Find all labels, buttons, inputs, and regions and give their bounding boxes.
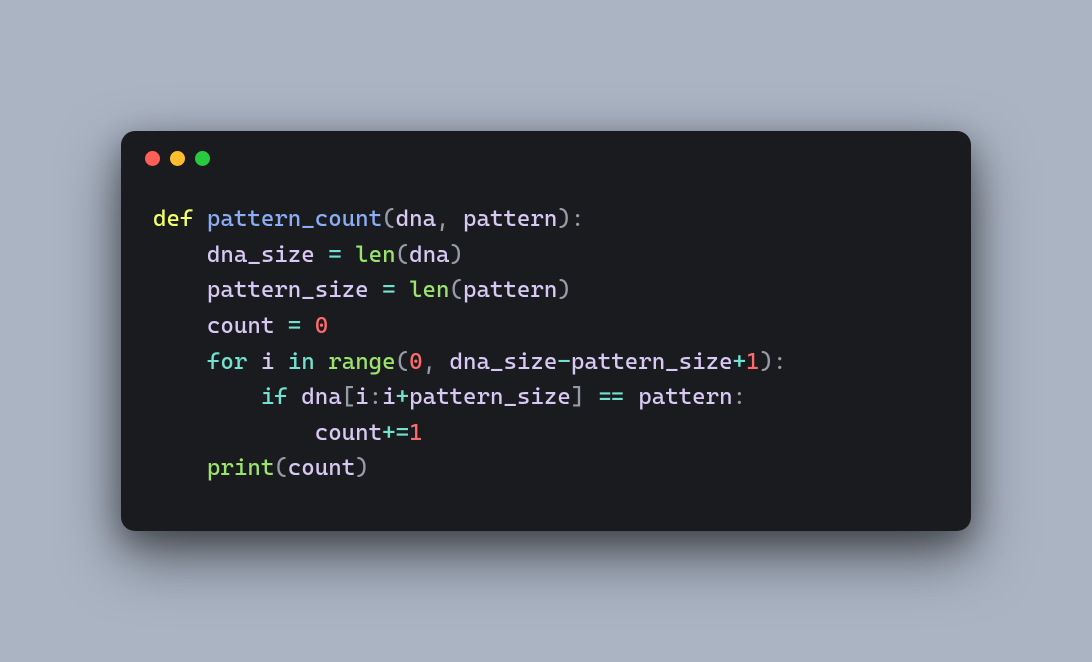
- code-token: count: [288, 455, 355, 481]
- code-token: [625, 384, 638, 410]
- code-token: dna_size: [207, 242, 315, 268]
- code-token: in: [288, 349, 315, 375]
- code-token: [153, 420, 315, 446]
- code-token: (: [396, 349, 409, 375]
- code-token: [153, 455, 207, 481]
- code-token: ): [450, 242, 463, 268]
- code-token: i: [261, 349, 274, 375]
- code-token: pattern_size: [409, 384, 571, 410]
- code-token: (: [274, 455, 287, 481]
- code-token: ,: [436, 206, 463, 232]
- code-token: i: [382, 384, 395, 410]
- code-token: [584, 384, 597, 410]
- code-token: i: [355, 384, 368, 410]
- code-token: :: [733, 384, 746, 410]
- code-token: count: [315, 420, 382, 446]
- code-token: =: [288, 313, 301, 339]
- code-token: ,: [423, 349, 450, 375]
- code-token: 1: [746, 349, 759, 375]
- code-token: pattern_size: [207, 277, 369, 303]
- code-token: [193, 206, 206, 232]
- code-token: [153, 384, 261, 410]
- close-icon[interactable]: [145, 151, 160, 166]
- code-token: ==: [598, 384, 625, 410]
- code-token: def: [153, 206, 193, 232]
- code-token: [153, 313, 207, 339]
- code-token: len: [355, 242, 395, 268]
- code-token: [369, 277, 382, 303]
- code-token: pattern: [638, 384, 732, 410]
- code-token: ): [355, 455, 368, 481]
- code-token: pattern: [463, 206, 557, 232]
- code-token: +: [733, 349, 746, 375]
- code-token: (: [396, 242, 409, 268]
- code-token: dna: [301, 384, 341, 410]
- code-token: [153, 277, 207, 303]
- code-token: +=: [382, 420, 409, 446]
- code-token: :: [369, 384, 382, 410]
- code-token: print: [207, 455, 274, 481]
- code-token: [274, 349, 287, 375]
- minimize-icon[interactable]: [170, 151, 185, 166]
- code-token: range: [328, 349, 395, 375]
- code-token: =: [328, 242, 341, 268]
- code-token: ]: [571, 384, 584, 410]
- code-token: if: [261, 384, 288, 410]
- code-window: def pattern_count(dna, pattern): dna_siz…: [121, 131, 971, 531]
- code-token: [247, 349, 260, 375]
- code-token: [288, 384, 301, 410]
- code-token: (: [382, 206, 395, 232]
- code-token: for: [207, 349, 247, 375]
- code-token: ): [557, 277, 570, 303]
- code-token: len: [409, 277, 449, 303]
- code-token: [342, 242, 355, 268]
- code-token: [274, 313, 287, 339]
- code-token: -: [557, 349, 570, 375]
- code-token: pattern_size: [571, 349, 733, 375]
- code-token: dna: [396, 206, 436, 232]
- code-token: dna_size: [450, 349, 558, 375]
- code-token: [153, 242, 207, 268]
- code-token: [301, 313, 314, 339]
- code-block: def pattern_count(dna, pattern): dna_siz…: [121, 172, 971, 531]
- code-token: ):: [557, 206, 584, 232]
- maximize-icon[interactable]: [195, 151, 210, 166]
- code-token: [396, 277, 409, 303]
- code-token: count: [207, 313, 274, 339]
- code-token: 0: [315, 313, 328, 339]
- code-token: 1: [409, 420, 422, 446]
- window-titlebar: [121, 131, 971, 172]
- code-token: [153, 349, 207, 375]
- code-token: pattern_count: [207, 206, 382, 232]
- code-token: pattern: [463, 277, 557, 303]
- code-token: [: [342, 384, 355, 410]
- code-token: 0: [409, 349, 422, 375]
- code-token: dna: [409, 242, 449, 268]
- code-token: +: [396, 384, 409, 410]
- code-token: [315, 242, 328, 268]
- code-token: ):: [760, 349, 787, 375]
- code-token: (: [450, 277, 463, 303]
- code-token: [315, 349, 328, 375]
- code-token: =: [382, 277, 395, 303]
